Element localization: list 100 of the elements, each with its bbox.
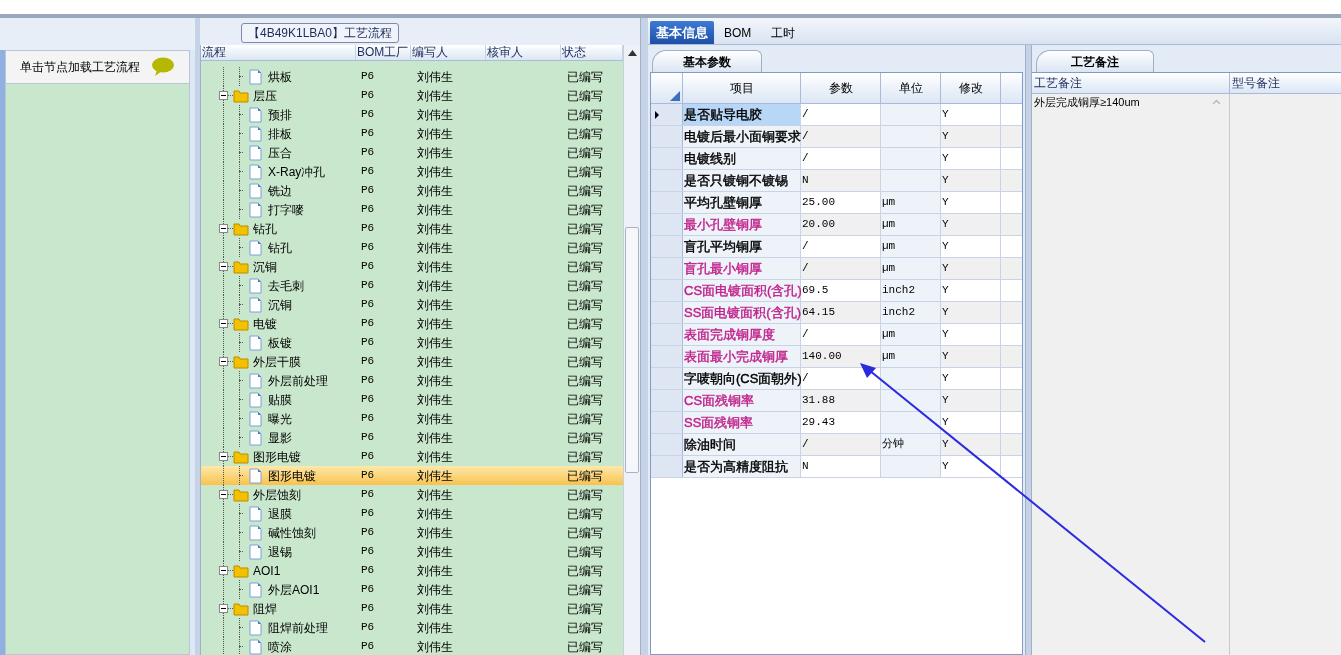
tree-row[interactable]: 外层干膜 P6 刘伟生 已编写 (201, 352, 623, 371)
tree-label[interactable]: 外层前处理 (268, 371, 328, 390)
scrollbar[interactable] (623, 45, 640, 655)
collapse-icon[interactable] (219, 452, 228, 461)
tree-label[interactable]: 贴膜 (268, 390, 292, 409)
tree-row[interactable]: 阻焊 P6 刘伟生 已编写 (201, 599, 623, 618)
tree-label[interactable]: 预排 (268, 105, 292, 124)
tree-label[interactable]: 压合 (268, 143, 292, 162)
tree-label[interactable]: 退锡 (268, 542, 292, 561)
tree-row[interactable]: 压合 P6 刘伟生 已编写 (201, 143, 623, 162)
tree-label[interactable]: 沉铜 (268, 295, 292, 314)
tree-row[interactable]: 钻孔 P6 刘伟生 已编写 (201, 219, 623, 238)
tab[interactable]: 工艺备注 (1036, 50, 1154, 72)
tab[interactable]: 工时 (761, 21, 806, 44)
tree-label[interactable]: 阻焊 (253, 599, 277, 618)
tree-row[interactable]: 烘板 P6 刘伟生 已编写 (201, 67, 623, 86)
row-header[interactable] (651, 280, 683, 301)
collapse-icon[interactable] (219, 91, 228, 100)
tree-row[interactable]: 图形电镀 P6 刘伟生 已编写 (201, 466, 623, 485)
tree-label[interactable]: 沉铜 (253, 257, 277, 276)
tree-row[interactable]: 贴膜 P6 刘伟生 已编写 (201, 390, 623, 409)
row-header[interactable] (651, 434, 683, 455)
tree-label[interactable]: X-Ray冲孔 (268, 162, 326, 181)
tree-row[interactable]: 排板 P6 刘伟生 已编写 (201, 124, 623, 143)
collapse-icon[interactable] (219, 357, 228, 366)
row-header[interactable] (651, 346, 683, 367)
row-header[interactable] (651, 104, 683, 125)
tab[interactable]: 基本参数 (652, 50, 762, 72)
tab[interactable]: BOM (714, 21, 762, 44)
tree-label[interactable]: 钻孔 (253, 219, 277, 238)
tree-row[interactable]: 外层AOI1 P6 刘伟生 已编写 (201, 580, 623, 599)
tree-row[interactable]: 钻孔 P6 刘伟生 已编写 (201, 238, 623, 257)
tree-row[interactable]: 退锡 P6 刘伟生 已编写 (201, 542, 623, 561)
tree-label[interactable]: 显影 (268, 428, 292, 447)
tree-row[interactable]: 喷涂 P6 刘伟生 已编写 (201, 637, 623, 655)
row-header[interactable] (651, 126, 683, 147)
tree-label[interactable]: 喷涂 (268, 637, 292, 655)
tree-row[interactable]: X-Ray冲孔 P6 刘伟生 已编写 (201, 162, 623, 181)
tree-row[interactable]: 打字嘜 P6 刘伟生 已编写 (201, 200, 623, 219)
row-header[interactable] (651, 368, 683, 389)
splitter[interactable] (1025, 45, 1032, 655)
collapse-icon[interactable] (219, 490, 228, 499)
row-header[interactable] (651, 324, 683, 345)
tree-label[interactable]: AOI1 (253, 561, 281, 580)
collapse-icon[interactable] (219, 566, 228, 575)
tree-row[interactable]: 曝光 P6 刘伟生 已编写 (201, 409, 623, 428)
tree-row[interactable]: 显影 P6 刘伟生 已编写 (201, 428, 623, 447)
tree-row[interactable]: 退膜 P6 刘伟生 已编写 (201, 504, 623, 523)
tree-row[interactable]: 外层前处理 P6 刘伟生 已编写 (201, 371, 623, 390)
tree-label[interactable]: 外层AOI1 (268, 580, 320, 599)
collapse-icon[interactable] (219, 319, 228, 328)
tree-label[interactable]: 退膜 (268, 504, 292, 523)
tree-row[interactable]: 外层蚀刻 P6 刘伟生 已编写 (201, 485, 623, 504)
row-header[interactable] (651, 236, 683, 257)
collapse-icon[interactable] (219, 224, 228, 233)
tree-row[interactable]: 电镀 P6 刘伟生 已编写 (201, 314, 623, 333)
tree-label[interactable]: 排板 (268, 124, 292, 143)
tree-label[interactable]: 阻焊前处理 (268, 618, 328, 637)
splitter[interactable] (195, 18, 200, 655)
tree-label[interactable]: 图形电镀 (268, 466, 316, 485)
tree-row[interactable]: 阻焊前处理 P6 刘伟生 已编写 (201, 618, 623, 637)
scroll-thumb[interactable] (625, 227, 639, 473)
collapse-icon[interactable] (219, 262, 228, 271)
tree-label[interactable]: 去毛刺 (268, 276, 304, 295)
tree-label[interactable]: 外层干膜 (253, 352, 301, 371)
tree-label[interactable]: 电镀 (253, 314, 277, 333)
tree-row[interactable]: 铣边 P6 刘伟生 已编写 (201, 181, 623, 200)
tree-label[interactable]: 层压 (253, 86, 277, 105)
row-header[interactable] (651, 390, 683, 411)
tree-label[interactable]: 板镀 (268, 333, 292, 352)
tree-row[interactable]: 碱性蚀刻 P6 刘伟生 已编写 (201, 523, 623, 542)
tree-row[interactable]: 去毛刺 P6 刘伟生 已编写 (201, 276, 623, 295)
tree-row[interactable]: 层压 P6 刘伟生 已编写 (201, 86, 623, 105)
tree-label[interactable]: 图形电镀 (253, 447, 301, 466)
document-icon (249, 391, 262, 408)
collapse-icon[interactable] (219, 604, 228, 613)
row-header[interactable] (651, 148, 683, 169)
scroll-up-icon[interactable] (628, 50, 637, 56)
tree-label[interactable]: 外层蚀刻 (253, 485, 301, 504)
row-header[interactable] (651, 456, 683, 477)
tree-row[interactable]: 沉铜 P6 刘伟生 已编写 (201, 257, 623, 276)
row-header[interactable] (651, 302, 683, 323)
tree-row[interactable]: AOI1 P6 刘伟生 已编写 (201, 561, 623, 580)
row-header[interactable] (651, 412, 683, 433)
item-label: 是否贴导电胶 (684, 106, 762, 123)
tree-row[interactable]: 板镀 P6 刘伟生 已编写 (201, 333, 623, 352)
row-header[interactable] (651, 192, 683, 213)
tree-label[interactable]: 铣边 (268, 181, 292, 200)
tree-label[interactable]: 打字嘜 (268, 200, 304, 219)
table-cell: 25.00 (801, 192, 881, 213)
row-header[interactable] (651, 258, 683, 279)
tree-label[interactable]: 钻孔 (268, 238, 292, 257)
row-header[interactable] (651, 214, 683, 235)
tree-label[interactable]: 曝光 (268, 409, 292, 428)
tree-row[interactable]: 预排 P6 刘伟生 已编写 (201, 105, 623, 124)
tree-label[interactable]: 碱性蚀刻 (268, 523, 316, 542)
tab[interactable]: 基本信息 (650, 21, 714, 44)
tree-label[interactable]: 烘板 (268, 67, 292, 86)
row-header[interactable] (651, 170, 683, 191)
tree-row[interactable]: 沉铜 P6 刘伟生 已编写 (201, 295, 623, 314)
